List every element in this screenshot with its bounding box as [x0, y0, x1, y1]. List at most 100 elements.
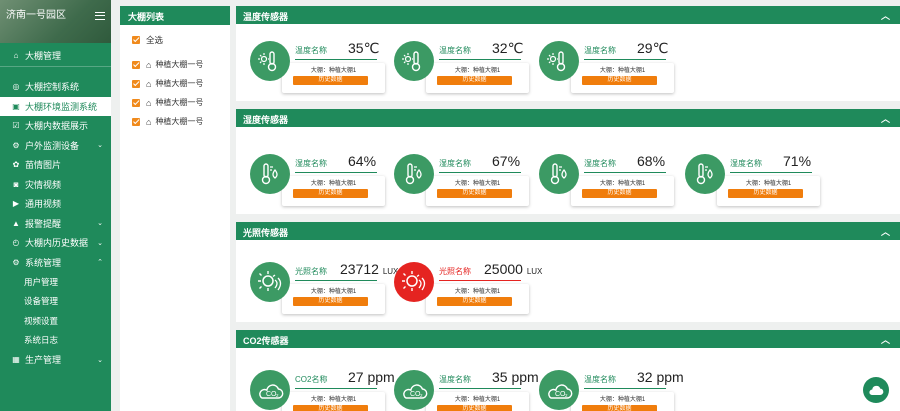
sidebar-item-label: 苗情图片	[25, 160, 62, 171]
sidebar-item[interactable]: ✿ 苗情图片	[0, 155, 111, 175]
history-data-button[interactable]: 历史数据	[293, 297, 368, 306]
history-data-button[interactable]: 历史数据	[293, 76, 368, 85]
settings-icon: ⚙	[12, 257, 20, 267]
sensor-value-wrap: 64%	[348, 153, 376, 169]
checkbox-checked-icon	[132, 117, 140, 126]
co2-cloud-icon: CO 2	[250, 370, 290, 410]
sidebar-item[interactable]: ⚙ 系统管理 ⌃	[0, 253, 111, 273]
greenhouse-item[interactable]: ⌂ 种植大棚一号	[120, 74, 230, 93]
history-data-button[interactable]: 历史数据	[582, 76, 657, 85]
history-data-button[interactable]: 历史数据	[728, 189, 803, 198]
history-data-button[interactable]: 历史数据	[437, 189, 512, 198]
sidebar-subitem[interactable]: 设备管理	[0, 292, 111, 312]
sidebar-item[interactable]: ▣ 大棚环境监测系统	[0, 96, 111, 116]
co2-cloud-icon: CO 2	[394, 370, 434, 410]
sidebar-item-label: 大棚内历史数据	[25, 238, 89, 249]
collapse-icon[interactable]: ︿	[881, 333, 890, 346]
history-data-button[interactable]: 历史数据	[437, 297, 512, 306]
greenhouse-item-label: 种植大棚一号	[155, 117, 204, 126]
greenhouse-item[interactable]: ⌂ 种植大棚一号	[120, 93, 230, 112]
sidebar-item-label: 通用视频	[25, 199, 62, 210]
menu-icon[interactable]	[95, 12, 105, 20]
select-all-checkbox[interactable]: 全选	[120, 30, 230, 49]
section-header: 湿度传感器 ︿	[236, 109, 900, 127]
house-icon: ⌂	[146, 59, 152, 70]
collapse-icon[interactable]: ︿	[881, 112, 890, 125]
monitor-icon: ▣	[12, 101, 20, 111]
park-name[interactable]: 济南一号园区	[6, 10, 66, 21]
divider	[730, 172, 812, 173]
humidity-icon	[539, 154, 579, 194]
chevron-icon: ⌄	[97, 239, 103, 247]
sidebar-item[interactable]: ▲ 报警提醒 ⌄	[0, 214, 111, 234]
sidebar-item[interactable]: ◴ 大棚内历史数据 ⌄	[0, 233, 111, 253]
divider	[439, 388, 521, 389]
sensor-value-wrap: 71%	[783, 153, 811, 169]
sidebar-item[interactable]: ◎ 大棚控制系统	[0, 77, 111, 97]
sidebar-item-greenhouse-management[interactable]: ⌂ 大棚管理	[0, 45, 111, 67]
sidebar-item[interactable]: ⚙ 户外监测设备 ⌄	[0, 136, 111, 156]
sensor-value-wrap: 29℃	[637, 40, 668, 57]
history-data-button[interactable]: 历史数据	[437, 405, 512, 411]
sidebar-item[interactable]: ☑ 大棚内数据展示	[0, 116, 111, 136]
sidebar-subitem[interactable]: 视频设置	[0, 311, 111, 331]
sensor-value: 32℃	[492, 40, 524, 56]
sensor-value-wrap: 27 ppm	[348, 369, 395, 385]
sensor-section: 湿度传感器 ︿ 湿度名称 64% 大棚：种植大棚1 历史数据 湿度名称 67% …	[236, 109, 900, 214]
sensor-card: 温度名称 32℃ 大棚：种植大棚1 历史数据	[394, 39, 529, 99]
sensor-value: 25000	[484, 261, 523, 277]
sensor-name: 光照名称	[439, 267, 471, 276]
sidebar-item[interactable]: ◙ 灾情视频	[0, 175, 111, 195]
camera-icon: ◙	[13, 179, 19, 189]
section-title: CO2传感器	[243, 336, 289, 346]
sensor-name: 温度名称	[584, 46, 616, 55]
sidebar-subitem[interactable]: 用户管理	[0, 272, 111, 292]
sidebar-item-production[interactable]: ▦ 生产管理 ⌄	[0, 350, 111, 370]
sensor-name: 温度名称	[295, 46, 327, 55]
sensor-value-wrap: 68%	[637, 153, 665, 169]
co2-cloud-icon: CO 2	[539, 370, 579, 410]
sidebar-item-label: 大棚控制系统	[25, 82, 80, 93]
sensor-value-wrap: 23712 LUX	[340, 261, 398, 277]
history-data-button[interactable]: 历史数据	[582, 405, 657, 411]
collapse-icon[interactable]: ︿	[881, 9, 890, 22]
sidebar-item-label: 户外监测设备	[25, 140, 80, 151]
sensor-value-wrap: 32 ppm	[637, 369, 684, 385]
sensor-card: 温度名称 35℃ 大棚：种植大棚1 历史数据	[250, 39, 385, 99]
section-title: 湿度传感器	[243, 115, 289, 125]
sun-icon	[250, 262, 290, 302]
divider	[439, 172, 521, 173]
sidebar-subitem[interactable]: 系统日志	[0, 331, 111, 351]
history-data-button[interactable]: 历史数据	[293, 189, 368, 198]
greenhouse-label: 大棚：种植大棚1	[310, 289, 357, 295]
greenhouse-item[interactable]: ⌂ 种植大棚一号	[120, 112, 230, 131]
sensor-value-wrap: 35 ppm	[492, 369, 539, 385]
history-data-button[interactable]: 历史数据	[293, 405, 368, 411]
greenhouse-item-label: 种植大棚一号	[155, 60, 204, 69]
warning-icon: ▲	[12, 218, 20, 228]
sidebar-submenu: 用户管理 设备管理 视频设置 系统日志	[0, 272, 111, 350]
history-data-button[interactable]: 历史数据	[582, 189, 657, 198]
sprout-icon: ✿	[12, 160, 20, 170]
sidebar-item[interactable]: ▶ 通用视频	[0, 194, 111, 214]
sensor-name: 湿度名称	[295, 159, 327, 168]
sidebar-item-label: 大棚环境监测系统	[25, 101, 98, 112]
sensor-name: 光照名称	[295, 267, 327, 276]
greenhouse-label: 大棚：种植大棚1	[454, 397, 501, 403]
svg-text:2: 2	[276, 393, 279, 398]
collapse-icon[interactable]: ︿	[881, 225, 890, 238]
humidity-icon	[394, 154, 434, 194]
cloud-button[interactable]	[863, 377, 889, 403]
sidebar-item-label: 大棚管理	[25, 51, 62, 61]
thermometer-sun-icon	[539, 41, 579, 81]
history-data-button[interactable]: 历史数据	[437, 76, 512, 85]
section-title: 光照传感器	[243, 228, 289, 238]
greenhouse-item[interactable]: ⌂ 种植大棚一号	[120, 55, 230, 74]
greenhouse-label: 大棚：种植大棚1	[454, 181, 501, 187]
greenhouse-label: 大棚：种植大棚1	[745, 181, 792, 187]
section-header: 温度传感器 ︿	[236, 6, 900, 24]
divider	[295, 172, 377, 173]
sensor-value: 68%	[637, 153, 666, 169]
sensor-value: 23712	[340, 261, 379, 277]
sensor-value: 35 ppm	[492, 369, 539, 385]
